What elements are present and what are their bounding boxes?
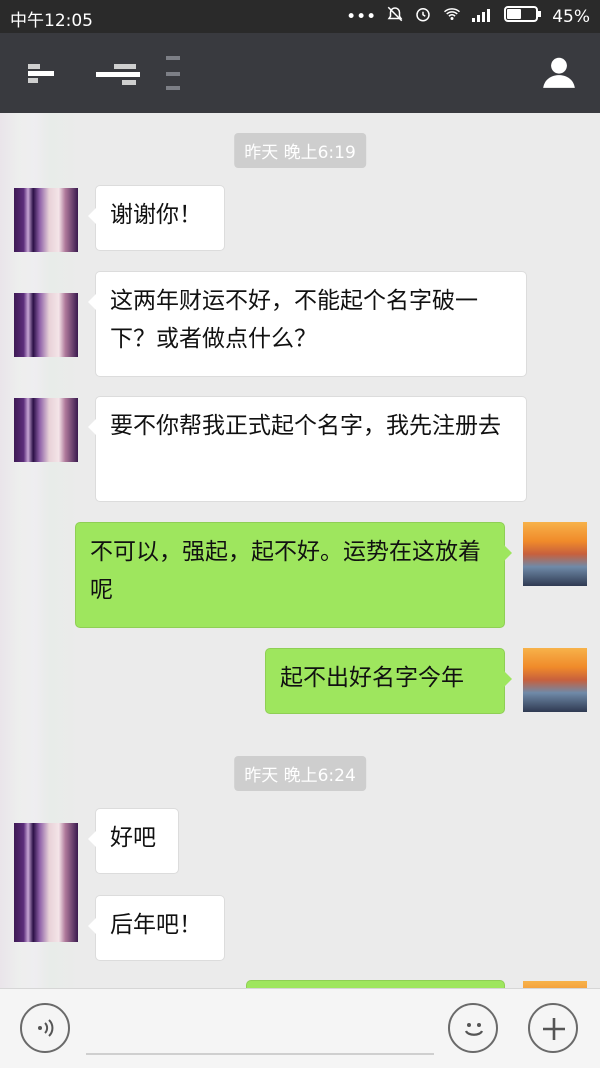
message-text: 要不你帮我正式起个名字，我先注册去 bbox=[110, 413, 501, 439]
status-bar: 中午12:05 ••• 45% bbox=[0, 0, 600, 33]
message-bubble-incoming[interactable]: 好吧 bbox=[88, 808, 179, 874]
plus-icon bbox=[540, 1015, 568, 1047]
alarm-icon bbox=[414, 5, 432, 28]
voice-icon bbox=[35, 1016, 57, 1044]
message-bubble-outgoing[interactable]: 起不出好名字今年 bbox=[265, 648, 512, 714]
message-text: 不可以，强起，起不好。运势在这放着呢 bbox=[90, 539, 481, 603]
profile-icon[interactable] bbox=[540, 53, 578, 95]
message-bubble-incoming[interactable]: 这两年财运不好，不能起个名字破一下？或者做点什么？ bbox=[88, 271, 527, 377]
message-text: 好吧 bbox=[110, 825, 156, 851]
menu-right-icon[interactable] bbox=[166, 56, 182, 96]
my-avatar[interactable] bbox=[523, 981, 587, 988]
friend-avatar[interactable] bbox=[14, 398, 78, 462]
menu-left-icon[interactable] bbox=[28, 64, 56, 88]
message-bubble-outgoing[interactable]: 不可以，强起，起不好。运势在这放着呢 bbox=[75, 522, 512, 628]
message-text: 谢谢你！ bbox=[110, 202, 202, 228]
more-dots-icon: ••• bbox=[346, 6, 377, 27]
message-text: 起不出好名字今年 bbox=[280, 665, 464, 691]
timestamp: 昨天 晚上6:19 bbox=[234, 133, 366, 168]
chat-area[interactable]: 昨天 晚上6:19 谢谢你！ 这两年财运不好，不能起个名字破一下？或者做点什么？… bbox=[0, 113, 600, 988]
smile-icon bbox=[460, 1015, 488, 1047]
message-bubble-incoming[interactable]: 要不你帮我正式起个名字，我先注册去 bbox=[88, 396, 527, 502]
message-bubble-incoming[interactable]: 后年吧！ bbox=[88, 895, 225, 961]
status-right: ••• 45% bbox=[346, 5, 590, 28]
message-text: 这两年财运不好，不能起个名字破一下？或者做点什么？ bbox=[110, 288, 478, 352]
status-time: 中午12:05 bbox=[10, 11, 93, 31]
mute-icon bbox=[386, 5, 404, 28]
battery-icon bbox=[504, 6, 542, 27]
message-bubble-incoming[interactable]: 谢谢你！ bbox=[88, 185, 225, 251]
my-avatar[interactable] bbox=[523, 522, 587, 586]
top-nav bbox=[0, 33, 600, 113]
signal-icon bbox=[472, 6, 494, 27]
emoji-button[interactable] bbox=[448, 1003, 498, 1053]
timestamp: 昨天 晚上6:24 bbox=[234, 756, 366, 791]
battery-text: 45% bbox=[552, 6, 590, 27]
menu-middle-icon[interactable] bbox=[96, 64, 140, 90]
wifi-icon bbox=[442, 5, 462, 28]
chat-input-bar bbox=[0, 988, 600, 1068]
message-bubble-outgoing[interactable] bbox=[246, 980, 505, 988]
message-text: 后年吧！ bbox=[110, 912, 202, 938]
friend-avatar[interactable] bbox=[14, 878, 78, 942]
message-input[interactable] bbox=[86, 1053, 434, 1055]
friend-avatar[interactable] bbox=[14, 293, 78, 357]
more-button[interactable] bbox=[528, 1003, 578, 1053]
voice-toggle-button[interactable] bbox=[20, 1003, 70, 1053]
my-avatar[interactable] bbox=[523, 648, 587, 712]
friend-avatar[interactable] bbox=[14, 188, 78, 252]
